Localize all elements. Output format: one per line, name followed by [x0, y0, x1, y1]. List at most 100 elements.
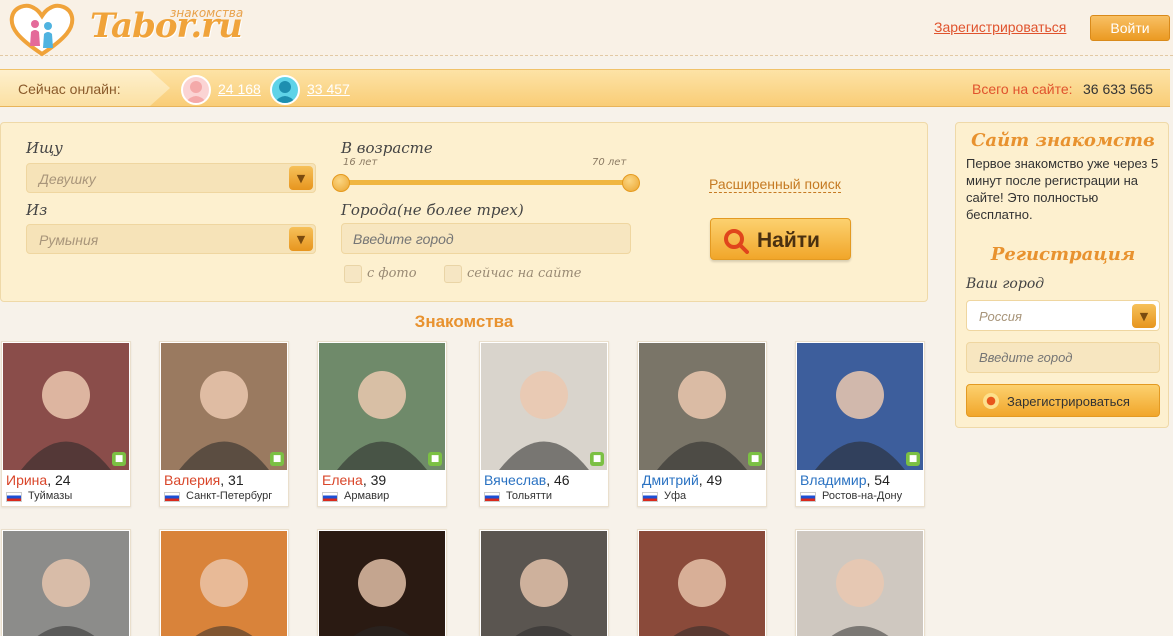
online-label-arrow: Сейчас онлайн: [0, 70, 170, 106]
city-input[interactable] [341, 223, 631, 254]
profile-card[interactable] [317, 529, 447, 636]
android-app-icon: ■ [748, 452, 762, 466]
profile-name[interactable]: Ирина, 24 [6, 472, 71, 488]
age-max-label: 70 лет [592, 157, 627, 168]
login-button[interactable]: Войти [1090, 15, 1170, 41]
age-label: В возрасте [341, 139, 433, 157]
profile-photo[interactable] [319, 343, 445, 470]
profile-card[interactable] [795, 529, 925, 636]
seeking-select[interactable]: Девушку ▼ [26, 163, 316, 193]
find-button[interactable]: Найти [710, 218, 851, 260]
women-online-count[interactable]: 24 168 [218, 81, 261, 97]
russia-flag-icon [164, 492, 180, 502]
profile-name[interactable]: Дмитрий, 49 [642, 472, 722, 488]
sidebar-country-value: Россия [979, 309, 1022, 324]
profile-card[interactable]: ■ Ирина, 24 Туймазы [1, 341, 131, 507]
profile-name[interactable]: Валерия, 31 [164, 472, 244, 488]
from-label: Из [26, 201, 48, 219]
age-max-handle[interactable] [622, 174, 640, 192]
sidebar-country-select[interactable]: Россия ▼ [966, 300, 1160, 331]
registration-title: Регистрация [990, 244, 1136, 265]
profile-city: Ростов-на-Дону [822, 490, 903, 502]
with-photo-label: с фото [367, 266, 417, 281]
total-label: Всего на сайте: [972, 81, 1073, 97]
men-online-count[interactable]: 33 457 [307, 81, 350, 97]
online-label: Сейчас онлайн: [18, 81, 121, 97]
sidebar-register-button[interactable]: Зарегистрироваться [966, 384, 1160, 417]
find-button-label: Найти [757, 229, 820, 252]
site-header: Tabor.ru знакомства Зарегистрироваться В… [0, 0, 1173, 58]
sidebar-text: Первое знакомство уже через 5 минут посл… [966, 156, 1159, 222]
russia-flag-icon [800, 492, 816, 502]
chevron-down-icon[interactable]: ▼ [289, 227, 313, 251]
profile-photo[interactable] [161, 343, 287, 470]
android-app-icon: ■ [906, 452, 920, 466]
sidebar-title: Сайт знакомств [971, 130, 1155, 151]
total-value: 36 633 565 [1083, 81, 1154, 97]
register-dot-icon [983, 393, 999, 409]
seeking-value: Девушку [39, 171, 96, 187]
profile-photo[interactable] [639, 343, 765, 470]
search-panel: Ищу Девушку ▼ Из Румыния ▼ В возрасте Го… [0, 122, 928, 302]
profile-card[interactable]: ■ Валерия, 31 Санкт-Петербург [159, 341, 289, 507]
profile-name[interactable]: Вячеслав, 46 [484, 472, 570, 488]
russia-flag-icon [6, 492, 22, 502]
advanced-search-link[interactable]: Расширенный поиск [709, 176, 841, 193]
online-bar: Сейчас онлайн: 24 168 33 457 Всего на са… [0, 69, 1170, 107]
profile-card[interactable] [1, 529, 131, 636]
profile-name[interactable]: Елена, 39 [322, 472, 386, 488]
logo-subtitle: знакомства [170, 6, 244, 20]
profile-card[interactable]: ■ Владимир, 54 Ростов-на-Дону [795, 341, 925, 507]
profile-card[interactable] [479, 529, 609, 636]
profile-card[interactable] [159, 529, 289, 636]
your-city-label: Ваш город [966, 276, 1045, 292]
russia-flag-icon [322, 492, 338, 502]
online-now-label: сейчас на сайте [467, 266, 582, 281]
age-min-label: 16 лет [343, 157, 378, 168]
profile-card[interactable] [637, 529, 767, 636]
android-app-icon: ■ [112, 452, 126, 466]
profile-photo[interactable] [3, 343, 129, 470]
heart-logo-icon[interactable] [8, 2, 76, 58]
russia-flag-icon [484, 492, 500, 502]
profile-city: Тольятти [506, 490, 553, 502]
profile-photo[interactable] [3, 531, 129, 636]
profile-city: Уфа [664, 490, 687, 502]
profile-photo[interactable] [481, 343, 607, 470]
female-avatar-icon [181, 75, 211, 105]
with-photo-checkbox[interactable] [344, 265, 362, 283]
russia-flag-icon [642, 492, 658, 502]
android-app-icon: ■ [270, 452, 284, 466]
male-avatar-icon [270, 75, 300, 105]
header-register-link[interactable]: Зарегистрироваться [934, 19, 1066, 35]
profile-card[interactable]: ■ Вячеслав, 46 Тольятти [479, 341, 609, 507]
profile-city: Армавир [344, 490, 390, 502]
profile-photo[interactable] [319, 531, 445, 636]
profile-city: Туймазы [28, 490, 73, 502]
cities-label: Города(не более трех) [341, 201, 524, 219]
country-value: Румыния [39, 232, 99, 248]
profile-card[interactable]: ■ Елена, 39 Армавир [317, 341, 447, 507]
online-now-checkbox[interactable] [444, 265, 462, 283]
age-slider-track[interactable] [341, 180, 631, 185]
profile-photo[interactable] [161, 531, 287, 636]
signup-sidebar: Сайт знакомств Первое знакомство уже чер… [955, 122, 1169, 428]
android-app-icon: ■ [428, 452, 442, 466]
search-icon [724, 229, 749, 254]
sidebar-city-input[interactable] [966, 342, 1160, 373]
profile-card[interactable]: ■ Дмитрий, 49 Уфа [637, 341, 767, 507]
sidebar-register-label: Зарегистрироваться [1007, 394, 1130, 409]
chevron-down-icon[interactable]: ▼ [1132, 304, 1156, 328]
profile-photo[interactable] [797, 531, 923, 636]
profile-photo[interactable] [797, 343, 923, 470]
country-select[interactable]: Румыния ▼ [26, 224, 316, 254]
chevron-down-icon[interactable]: ▼ [289, 166, 313, 190]
seeking-label: Ищу [26, 139, 63, 157]
profile-name[interactable]: Владимир, 54 [800, 472, 890, 488]
section-title: Знакомства [414, 312, 514, 331]
profile-city: Санкт-Петербург [186, 490, 273, 502]
profile-photo[interactable] [481, 531, 607, 636]
android-app-icon: ■ [590, 452, 604, 466]
profile-photo[interactable] [639, 531, 765, 636]
age-min-handle[interactable] [332, 174, 350, 192]
